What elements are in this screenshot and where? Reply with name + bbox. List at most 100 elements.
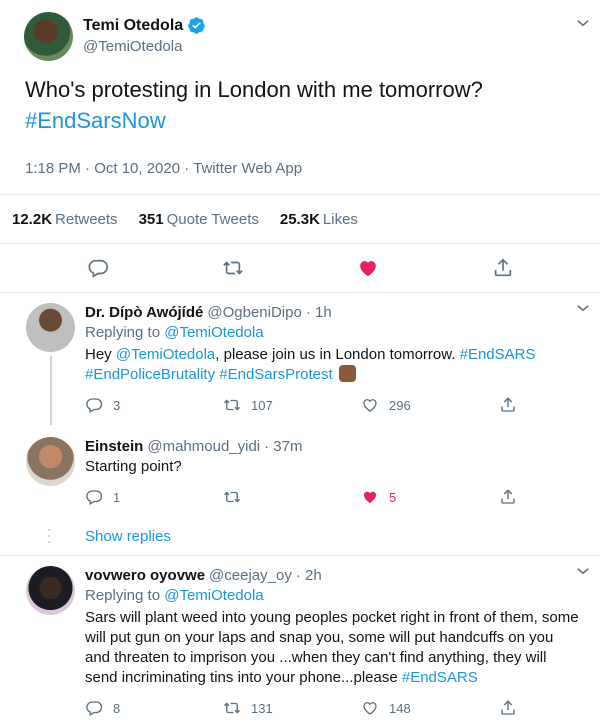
like-count: 148 [389,700,411,716]
reply-author-name[interactable]: Einstein [85,437,143,457]
tweet-text-body: Who's protesting in London with me tomor… [25,77,483,102]
main-actions [0,244,600,293]
like-action[interactable]: 5 [361,488,499,506]
reply-tweet[interactable]: Einstein @mahmoud_yidi · 37m Starting po… [0,425,600,517]
reply-author-handle[interactable]: @ceejay_oy [209,566,292,586]
hashtag-link[interactable]: #EndSarsNow [25,105,580,136]
retweets-stat[interactable]: 12.2K Retweets [12,211,118,228]
reply-actions: 8 131 148 [85,688,580,728]
reply-icon [85,396,103,414]
mention-link[interactable]: @TemiOtedola [116,346,215,363]
share-action[interactable] [499,396,517,414]
reply-text: Starting point? [85,458,182,475]
retweet-action[interactable]: 107 [223,396,361,414]
reply-icon[interactable] [87,257,109,279]
tweet-stats: 12.2K Retweets 351 Quote Tweets 25.3K Likes [0,194,600,244]
author-handle[interactable]: @TemiOtedola [83,36,206,57]
replying-to-mention[interactable]: @TemiOtedola [164,324,263,341]
retweet-icon[interactable] [222,257,244,279]
reply-action[interactable]: 3 [85,396,223,414]
reply-author-name[interactable]: Dr. Dípò Awójídé [85,303,203,323]
tweet-text: Who's protesting in London with me tomor… [25,74,580,136]
raised-fist-emoji [338,365,356,382]
caret-down-icon[interactable] [574,562,592,580]
replying-to: Replying to @TemiOtedola [85,586,580,606]
hashtag-link[interactable]: #EndSARS [402,669,478,686]
show-replies-link[interactable]: Show replies [85,528,171,545]
retweet-action[interactable] [223,488,361,506]
reply-icon [85,488,103,506]
show-replies-row[interactable]: Show replies [0,517,600,555]
avatar[interactable] [26,566,75,615]
retweet-icon [223,396,241,414]
reply-author-handle[interactable]: @OgbeniDipo [207,303,301,323]
author-name[interactable]: Temi Otedola [83,15,183,36]
reply-time[interactable]: · 1h [306,303,332,323]
reply-count: 8 [113,700,121,716]
like-count: 296 [389,397,411,413]
share-icon [499,699,517,717]
reply-actions: 3 107 296 [85,385,580,425]
reply-tweet[interactable]: vovwero oyovwe @ceejay_oy · 2h Replying … [0,556,600,728]
share-icon [499,488,517,506]
share-icon [499,396,517,414]
caret-down-icon[interactable] [574,299,592,317]
thread-line [49,356,52,425]
thread-dots [46,527,52,545]
reply-time[interactable]: · 37m [264,437,302,457]
retweet-icon [223,488,241,506]
retweets-label: Retweets [55,210,118,228]
replying-to-prefix: Replying to [85,587,161,604]
like-action[interactable]: 296 [361,396,499,414]
avatar[interactable] [24,11,73,61]
reply-icon [85,699,103,717]
hashtag-link[interactable]: #EndPoliceBrutality [85,366,215,383]
reply-text: Hey @TemiOtedola, please join us in Lond… [85,345,580,385]
retweets-count: 12.2K [12,210,53,228]
reply-count: 1 [113,489,121,505]
reply-author-name[interactable]: vovwero oyovwe [85,566,205,586]
verified-badge-icon [187,16,206,35]
reply-time[interactable]: · 2h [296,566,322,586]
like-action[interactable]: 148 [361,699,499,717]
reply-tweet[interactable]: Dr. Dípò Awójídé @OgbeniDipo · 1h Replyi… [0,293,600,425]
like-icon [361,699,379,717]
quote-tweets-count: 351 [138,210,164,228]
share-action[interactable] [499,488,517,506]
hashtag-link[interactable]: #EndSARS [460,346,536,363]
likes-label: Likes [322,210,358,228]
replying-to: Replying to @TemiOtedola [85,323,580,343]
like-count: 5 [389,489,397,505]
reply-text-part: Hey [85,346,116,363]
hashtag-link[interactable]: #EndSarsProtest [219,366,332,383]
replying-to-mention[interactable]: @TemiOtedola [164,587,263,604]
main-author: Temi Otedola @TemiOtedola [24,10,580,62]
tweet-timestamp[interactable]: 1:18 PM · Oct 10, 2020 · Twitter Web App [25,152,580,186]
reply-text-part: , please join us in London tomorrow. [215,346,460,363]
likes-count: 25.3K [279,210,320,228]
retweet-count: 131 [251,700,273,716]
reply-count: 3 [113,397,121,413]
main-tweet: Temi Otedola @TemiOtedola Who's protesti… [0,0,600,293]
quote-tweets-stat[interactable]: 351 Quote Tweets [139,211,259,228]
share-icon[interactable] [492,257,514,279]
quote-tweets-label: Quote Tweets [166,210,259,228]
likes-stat[interactable]: 25.3K Likes [280,211,358,228]
reply-action[interactable]: 8 [85,699,223,717]
like-icon [361,488,379,506]
avatar[interactable] [26,303,75,352]
reply-text: Sars will plant weed into young peoples … [85,608,580,688]
like-icon [361,396,379,414]
replying-to-prefix: Replying to [85,324,161,341]
retweet-icon [223,699,241,717]
reply-action[interactable]: 1 [85,488,223,506]
avatar[interactable] [26,437,75,486]
caret-down-icon[interactable] [574,14,592,32]
reply-author-handle[interactable]: @mahmoud_yidi [147,437,260,457]
retweet-count: 107 [251,397,273,413]
retweet-action[interactable]: 131 [223,699,361,717]
reply-actions: 1 5 [85,477,580,517]
reply-text-body: Sars will plant weed into young peoples … [85,609,579,686]
share-action[interactable] [499,699,517,717]
like-icon[interactable] [357,257,379,279]
